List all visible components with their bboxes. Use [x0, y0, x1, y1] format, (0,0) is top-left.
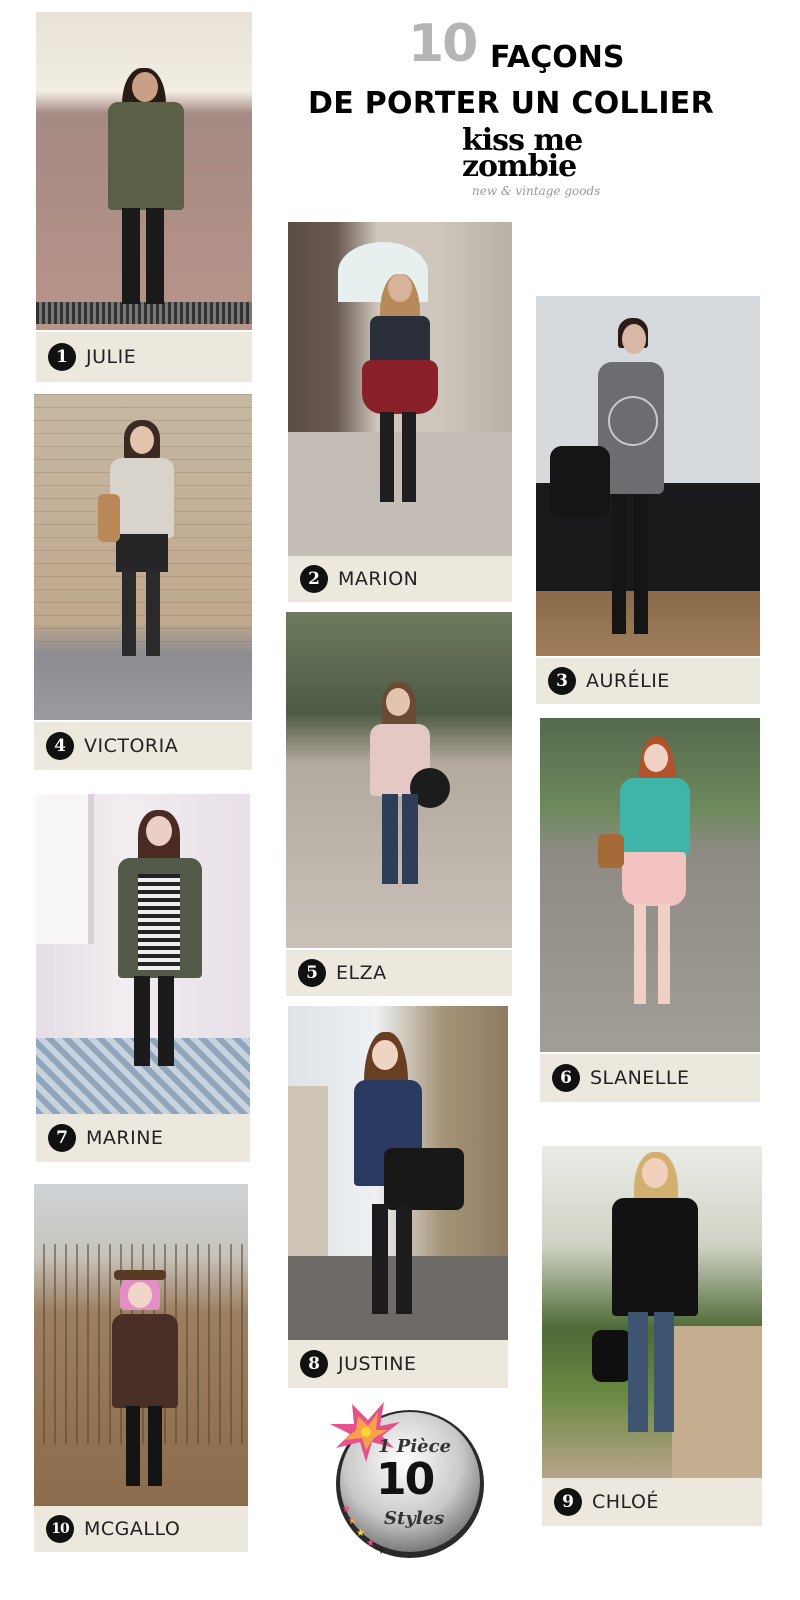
look-photo-aurelie: [536, 296, 760, 656]
title-line-1: FAÇONS: [490, 40, 625, 75]
look-photo-elza: [286, 612, 512, 948]
look-photo-justine: [288, 1006, 508, 1340]
look-card-victoria: 4 VICTORIA: [34, 394, 252, 770]
svg-text:★: ★: [348, 1516, 357, 1527]
look-label-julie: 1 JULIE: [36, 332, 252, 382]
look-name: MARION: [338, 568, 419, 590]
look-number-badge: 2: [300, 565, 328, 593]
look-number-badge: 6: [552, 1064, 580, 1092]
look-number-badge: 8: [300, 1350, 328, 1378]
look-number-badge: 7: [48, 1124, 76, 1152]
look-name: SLANELLE: [590, 1067, 690, 1089]
look-card-marine: 7 MARINE: [36, 794, 250, 1164]
svg-text:★: ★: [366, 1538, 375, 1549]
look-name: MCGALLO: [84, 1518, 181, 1540]
svg-text:★: ★: [378, 1546, 387, 1557]
look-photo-slanelle: [540, 718, 760, 1052]
look-label-marine: 7 MARINE: [36, 1114, 250, 1162]
badge-line-2: 10: [376, 1454, 435, 1505]
brand-tagline: new & vintage goods: [472, 184, 601, 198]
look-label-chloe: 9 CHLOÉ: [542, 1478, 762, 1526]
look-name: JULIE: [86, 346, 137, 368]
look-card-justine: 8 JUSTINE: [288, 1006, 508, 1388]
one-piece-ten-styles-badge: ★ ★ ★ ★ ★ 1 Pièce 10 Styles: [322, 1400, 484, 1560]
svg-text:★: ★: [342, 1504, 351, 1515]
brand-logo-bottom: zombie: [462, 149, 577, 184]
look-name: MARINE: [86, 1127, 164, 1149]
look-name: JUSTINE: [338, 1353, 417, 1375]
look-number-badge: 3: [548, 667, 576, 695]
look-number-badge: 4: [46, 732, 74, 760]
look-card-slanelle: 6 SLANELLE: [540, 718, 760, 1102]
look-name: CHLOÉ: [592, 1491, 659, 1513]
badge-line-3: Styles: [384, 1508, 445, 1529]
title-number: 10: [408, 14, 478, 74]
svg-text:★: ★: [356, 1528, 365, 1539]
look-card-julie: 1 JULIE: [36, 12, 252, 382]
look-number-badge: 5: [298, 959, 326, 987]
look-photo-marion: [288, 222, 512, 556]
brand-logo: kiss me zombie: [462, 126, 583, 184]
look-name: ELZA: [336, 962, 387, 984]
look-photo-julie: [36, 12, 252, 330]
look-label-victoria: 4 VICTORIA: [34, 722, 252, 770]
look-label-elza: 5 ELZA: [286, 950, 512, 996]
look-label-slanelle: 6 SLANELLE: [540, 1054, 760, 1102]
look-label-justine: 8 JUSTINE: [288, 1340, 508, 1388]
look-card-marion: 2 MARION: [288, 222, 512, 602]
look-label-mcgallo: 10 MCGALLO: [34, 1506, 248, 1552]
look-label-aurelie: 3 AURÉLIE: [536, 658, 760, 704]
title-line-2: DE PORTER UN COLLIER: [308, 86, 715, 121]
look-card-elza: 5 ELZA: [286, 612, 512, 996]
look-number-badge: 1: [48, 343, 76, 371]
look-card-aurelie: 3 AURÉLIE: [536, 296, 760, 704]
look-photo-mcgallo: [34, 1184, 248, 1506]
look-card-mcgallo: 10 MCGALLO: [34, 1184, 248, 1552]
look-number-badge: 10: [46, 1515, 74, 1543]
look-photo-victoria: [34, 394, 252, 720]
look-name: VICTORIA: [84, 735, 179, 757]
look-name: AURÉLIE: [586, 670, 670, 692]
look-photo-marine: [36, 794, 250, 1114]
look-card-chloe: 9 CHLOÉ: [542, 1146, 762, 1526]
look-photo-chloe: [542, 1146, 762, 1478]
look-label-marion: 2 MARION: [288, 556, 512, 602]
look-number-badge: 9: [554, 1488, 582, 1516]
